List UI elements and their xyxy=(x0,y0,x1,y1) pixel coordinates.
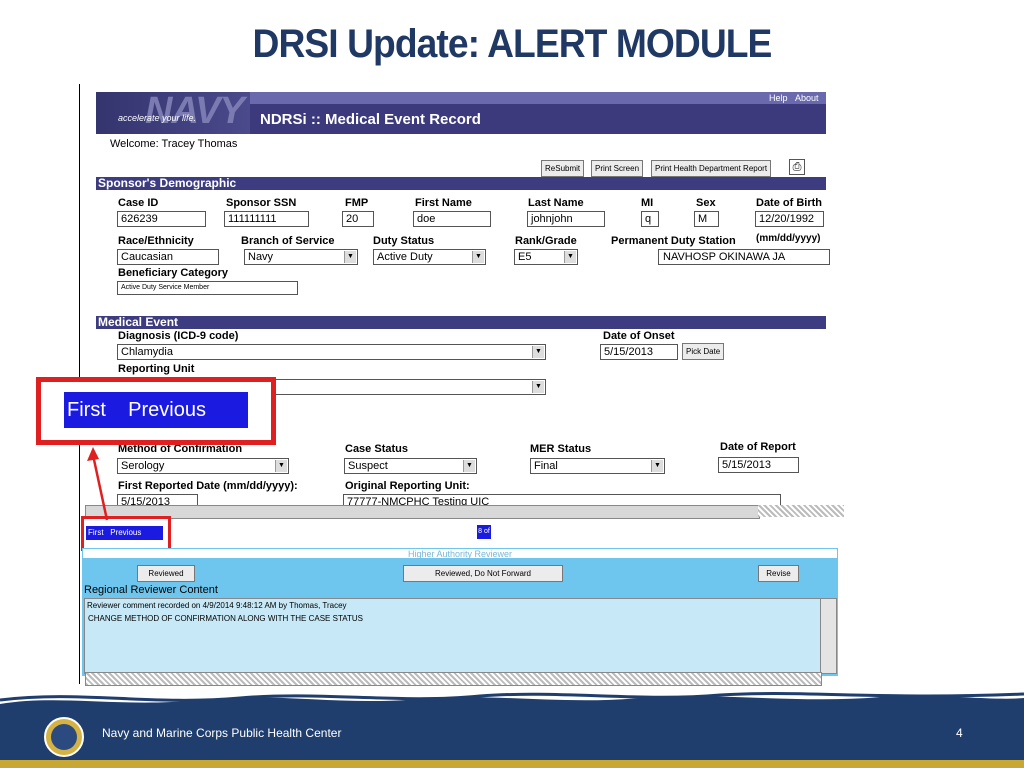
comment-line: Reviewer comment recorded on 4/9/2014 9:… xyxy=(87,601,347,610)
case-status-value: Suspect xyxy=(348,460,388,472)
fmp-field[interactable]: 20 xyxy=(342,211,374,227)
report-date-field[interactable]: 5/15/2013 xyxy=(718,457,799,473)
seal-center xyxy=(51,724,77,750)
reviewed-do-not-forward-button[interactable]: Reviewed, Do Not Forward xyxy=(403,565,563,582)
sponsor-section-header: Sponsor's Demographic xyxy=(96,177,826,190)
branch-select[interactable]: Navy ▼ xyxy=(244,249,358,265)
method-select[interactable]: Serology ▼ xyxy=(117,458,289,474)
printer-icon[interactable]: ⎙ xyxy=(789,159,805,175)
medical-section-header: Medical Event xyxy=(96,316,826,329)
first-name-label: First Name xyxy=(415,197,472,209)
sex-field[interactable]: M xyxy=(694,211,719,227)
beneficiary-field[interactable]: Active Duty Service Member xyxy=(117,281,298,295)
last-name-field[interactable]: johnjohn xyxy=(527,211,605,227)
reviewer-comment-box[interactable]: Reviewer comment recorded on 4/9/2014 9:… xyxy=(84,598,821,674)
reviewer-header: Higher Authority Reviewer xyxy=(82,548,838,559)
mer-status-value: Final xyxy=(534,460,558,472)
record-count-badge: 8 of 8 xyxy=(477,525,491,549)
welcome-text: Welcome: Tracey Thomas xyxy=(110,138,238,150)
original-unit-label: Original Reporting Unit: xyxy=(345,480,470,492)
onset-date-field[interactable]: 5/15/2013 xyxy=(600,344,678,360)
dob-format-label: (mm/dd/yyyy) xyxy=(756,233,821,244)
revise-button[interactable]: Revise xyxy=(758,565,799,582)
reviewed-button[interactable]: Reviewed xyxy=(137,565,195,582)
help-link[interactable]: Help xyxy=(769,93,788,103)
duty-station-field[interactable]: NAVHOSP OKINAWA JA xyxy=(658,249,830,265)
branch-label: Branch of Service xyxy=(241,235,335,247)
reporting-unit-label: Reporting Unit xyxy=(118,363,195,375)
horizontal-scrollbar[interactable] xyxy=(85,505,760,519)
chevron-down-icon[interactable]: ▼ xyxy=(564,251,576,263)
case-status-select[interactable]: Suspect ▼ xyxy=(344,458,477,474)
chevron-down-icon[interactable]: ▼ xyxy=(651,460,663,472)
regional-reviewer-label: Regional Reviewer Content xyxy=(84,584,218,596)
dob-field[interactable]: 12/20/1992 xyxy=(755,211,824,227)
chevron-down-icon[interactable]: ▼ xyxy=(532,381,544,393)
pager-previous-link[interactable]: Previous xyxy=(110,528,141,537)
pick-date-button[interactable]: Pick Date xyxy=(682,343,725,360)
mi-label: MI xyxy=(641,197,654,209)
comment-line: CHANGE METHOD OF CONFIRMATION ALONG WITH… xyxy=(88,614,363,623)
first-reported-label: First Reported Date (mm/dd/yyyy): xyxy=(118,480,298,492)
duty-status-select[interactable]: Active Duty ▼ xyxy=(373,249,486,265)
ssn-label: Sponsor SSN xyxy=(226,197,297,209)
print-screen-button[interactable]: Print Screen xyxy=(591,160,644,177)
print-health-report-button[interactable]: Print Health Department Report xyxy=(651,160,772,177)
diagnosis-label: Diagnosis (ICD-9 code) xyxy=(118,330,239,342)
branch-value: Navy xyxy=(248,251,274,263)
slide-title: DRSI Update: ALERT MODULE xyxy=(252,22,773,66)
case-id-label: Case ID xyxy=(118,197,159,209)
mer-status-select[interactable]: Final ▼ xyxy=(530,458,665,474)
app-title: NDRSi :: Medical Event Record xyxy=(260,111,481,128)
onset-label: Date of Onset xyxy=(603,330,675,342)
first-name-field[interactable]: doe xyxy=(413,211,491,227)
race-field[interactable]: Caucasian xyxy=(117,249,219,265)
sex-label: Sex xyxy=(696,197,716,209)
chevron-down-icon[interactable]: ▼ xyxy=(472,251,484,263)
last-name-label: Last Name xyxy=(528,197,584,209)
callout-first-text: First xyxy=(67,399,106,421)
footer-organization: Navy and Marine Corps Public Health Cent… xyxy=(102,726,342,740)
scrollbar-track-hatch xyxy=(758,505,844,517)
pager-first-link[interactable]: First xyxy=(88,528,104,537)
ssn-field[interactable]: 111111111 xyxy=(224,211,309,227)
dob-label: Date of Birth xyxy=(756,197,822,209)
case-id-field[interactable]: 626239 xyxy=(117,211,206,227)
mi-field[interactable]: q xyxy=(641,211,659,227)
about-link[interactable]: About xyxy=(795,93,819,103)
chevron-down-icon[interactable]: ▼ xyxy=(275,460,287,472)
chevron-down-icon[interactable]: ▼ xyxy=(344,251,356,263)
duty-status-value: Active Duty xyxy=(377,251,433,263)
navy-logo-tagline: accelerate your life. xyxy=(118,113,197,123)
chevron-down-icon[interactable]: ▼ xyxy=(463,460,475,472)
mer-status-label: MER Status xyxy=(530,443,592,455)
rank-value: E5 xyxy=(518,251,532,263)
case-status-label: Case Status xyxy=(345,443,408,455)
footer-gold-stripe xyxy=(0,760,1024,768)
resubmit-button[interactable]: ReSubmit xyxy=(541,160,585,177)
method-value: Serology xyxy=(121,460,165,472)
chevron-down-icon[interactable]: ▼ xyxy=(532,346,544,358)
fmp-label: FMP xyxy=(345,197,369,209)
vertical-scrollbar[interactable] xyxy=(820,598,837,674)
report-date-label: Date of Report xyxy=(720,441,796,453)
footer-wave-decoration xyxy=(0,692,1024,712)
duty-status-label: Duty Status xyxy=(373,235,435,247)
page-number: 4 xyxy=(956,726,963,740)
banner-top-strip xyxy=(250,92,826,104)
callout-arrow xyxy=(87,447,109,521)
rank-select[interactable]: E5 ▼ xyxy=(514,249,578,265)
header-links: Help About xyxy=(764,93,819,103)
beneficiary-label: Beneficiary Category xyxy=(118,267,229,279)
rank-label: Rank/Grade xyxy=(515,235,577,247)
diagnosis-value: Chlamydia xyxy=(121,346,173,358)
duty-station-label: Permanent Duty Station xyxy=(611,235,736,247)
record-pager: First Previous xyxy=(86,526,163,540)
race-label: Race/Ethnicity xyxy=(118,235,194,247)
zoom-callout-pager: First Previous xyxy=(64,392,248,428)
diagnosis-select[interactable]: Chlamydia ▼ xyxy=(117,344,546,360)
navy-logo-word: NAVY xyxy=(145,90,245,132)
callout-previous-text: Previous xyxy=(128,399,206,421)
bottom-scrollbar[interactable] xyxy=(85,672,822,686)
